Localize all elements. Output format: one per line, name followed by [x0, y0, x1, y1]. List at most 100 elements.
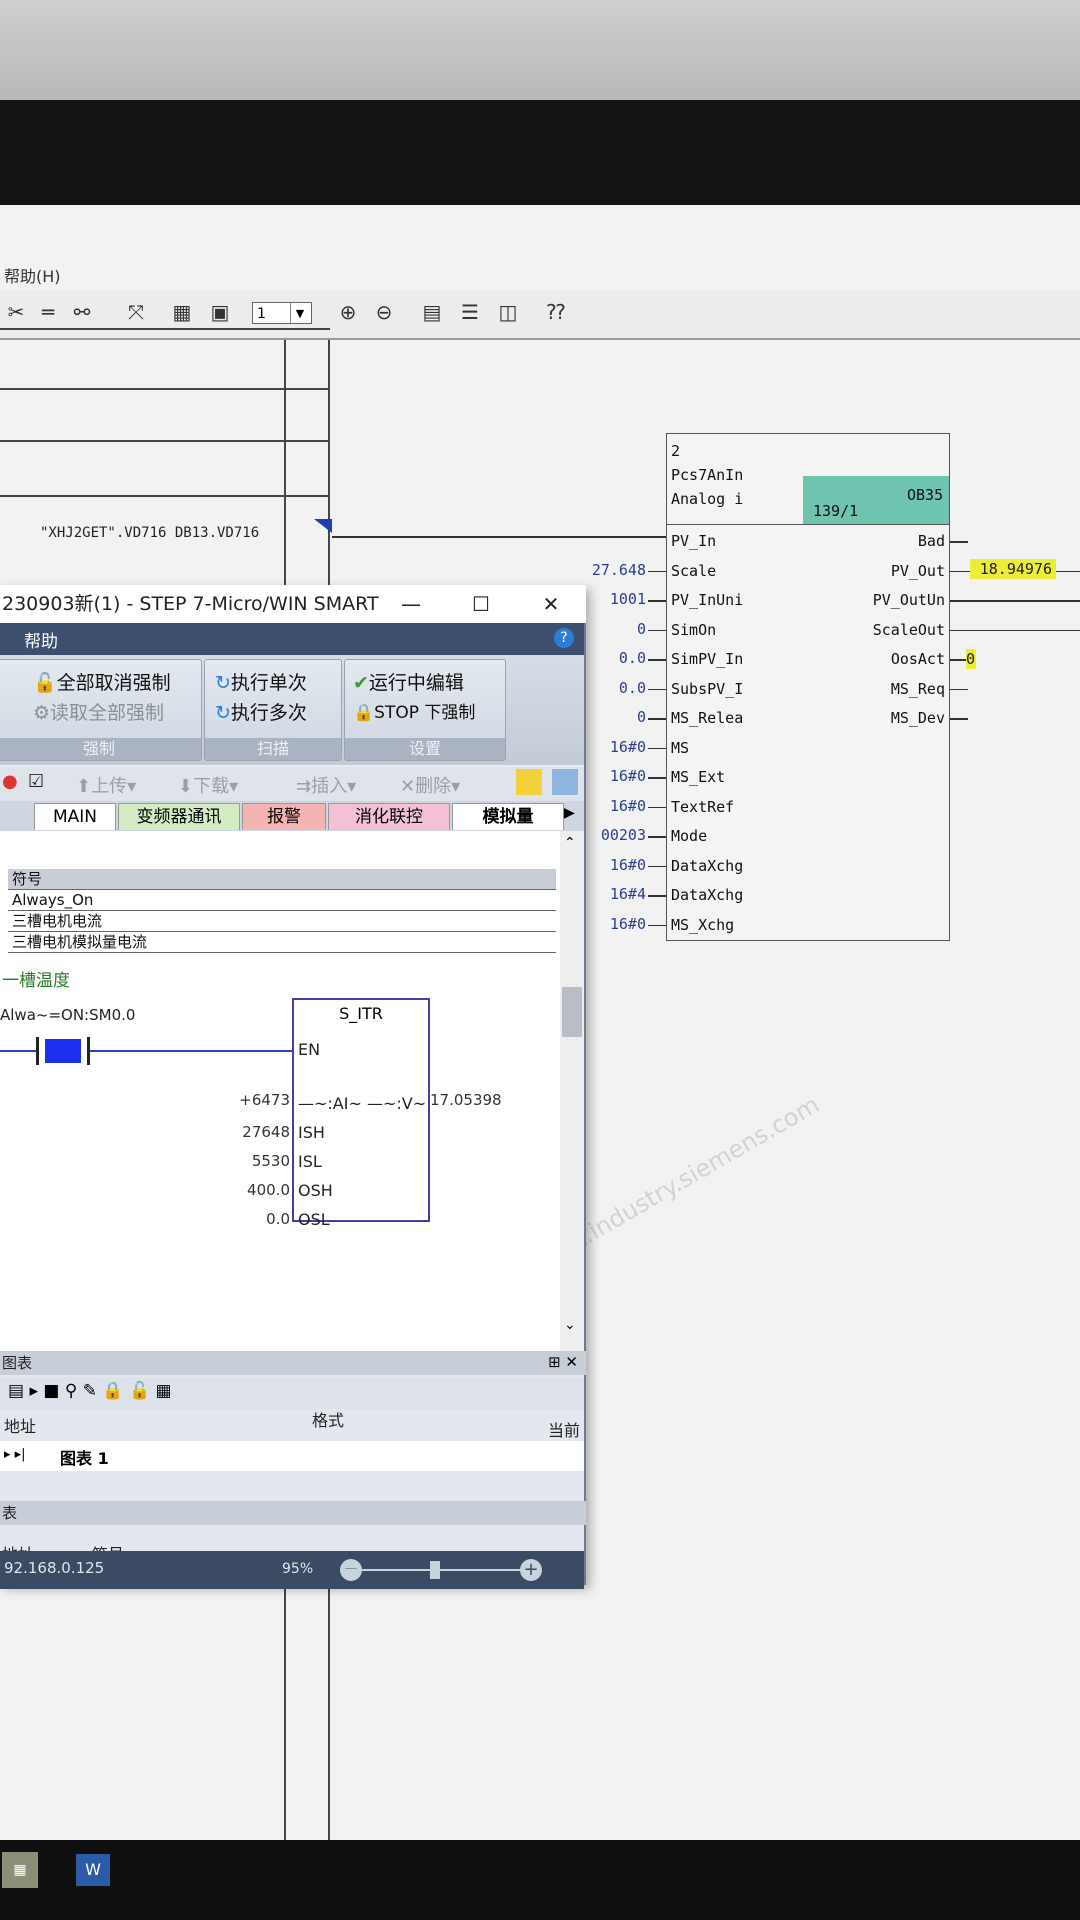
- chart-tab-bar: ▸ ▸| 图表 1: [0, 1441, 584, 1471]
- pin-stub: [648, 895, 666, 897]
- cfc-input-pin[interactable]: TextRef: [671, 798, 734, 816]
- cfc-input-pin[interactable]: MS_Xchg: [671, 916, 734, 934]
- scroll-thumb[interactable]: [562, 987, 582, 1037]
- maximize-icon[interactable]: ☐: [446, 585, 516, 623]
- chevron-right-icon[interactable]: ▶: [564, 805, 575, 821]
- cfc-input-pin[interactable]: SubsPV_I: [671, 680, 743, 698]
- zoom-in-icon[interactable]: +: [520, 1559, 542, 1581]
- output-wire: [950, 718, 968, 720]
- delete-button[interactable]: ✕删除▾: [400, 772, 460, 798]
- cfc-output-pin[interactable]: PV_OutUn: [873, 591, 945, 609]
- menu-help[interactable]: 帮助(H): [4, 263, 61, 287]
- cfc-input-pin[interactable]: MS_Ext: [671, 768, 725, 786]
- step7-window: 230903新(1) - STEP 7-Micro/WIN SMART — ☐ …: [0, 585, 586, 1585]
- cfc-output-pin[interactable]: MS_Dev: [891, 709, 945, 727]
- exec-multi-button[interactable]: ↻执行多次: [215, 698, 307, 725]
- exec-single-button[interactable]: ↻执行单次: [215, 668, 307, 695]
- pin-stub: [648, 777, 666, 779]
- cfc-output-pin[interactable]: Bad: [918, 532, 945, 550]
- tab-analog[interactable]: 模拟量: [452, 803, 564, 830]
- cfc-output-pin[interactable]: ScaleOut: [873, 621, 945, 639]
- cfc-input-pin[interactable]: Scale: [671, 562, 716, 580]
- insert-button[interactable]: ⇉插入▾: [296, 772, 356, 798]
- fit-icon[interactable]: ⤧: [124, 300, 148, 324]
- align-icon[interactable]: ═: [36, 300, 60, 324]
- statusbar-wrap: 92.168.0.125 95% − +: [0, 1551, 584, 1589]
- chart-tab[interactable]: 图表 1: [60, 1445, 109, 1469]
- monitor-status-icon[interactable]: [552, 769, 578, 795]
- stop-force-button[interactable]: 🔒STOP 下强制: [353, 698, 475, 723]
- download-button[interactable]: ⬇下载▾: [178, 772, 238, 798]
- cut-icon[interactable]: ✂: [4, 300, 28, 324]
- cfc-input-pin[interactable]: DataXchg: [671, 886, 743, 904]
- ribbon-group-force: 🔓全部取消强制 ⚙读取全部强制 强制: [0, 659, 202, 761]
- cfc-input-pin[interactable]: SimPV_In: [671, 650, 743, 668]
- pin-stub: [648, 806, 666, 808]
- s-itr-param-value: 27648: [242, 1123, 290, 1141]
- edit-check-icon: ✔: [353, 672, 369, 694]
- contact-always-on[interactable]: [36, 1037, 90, 1065]
- window-title-text: 230903新(1) - STEP 7-Micro/WIN SMART: [2, 593, 379, 615]
- help-icon[interactable]: ?: [554, 628, 574, 648]
- word-icon[interactable]: W: [76, 1854, 110, 1886]
- tab-nav-icons[interactable]: ▸ ▸|: [4, 1447, 26, 1462]
- cfc-input-pin[interactable]: PV_In: [671, 532, 716, 550]
- pane-close-icon[interactable]: ⊞ ✕: [548, 1353, 578, 1371]
- chevron-up-icon[interactable]: ⌃: [564, 835, 576, 851]
- menubar: 帮助 ?: [0, 623, 584, 655]
- read-all-forced-button[interactable]: ⚙读取全部强制: [33, 698, 164, 725]
- cfc-input-pin[interactable]: DataXchg: [671, 857, 743, 875]
- upload-button[interactable]: ⬆上传▾: [76, 772, 136, 798]
- menu-help[interactable]: 帮助: [24, 627, 58, 652]
- close-icon[interactable]: ✕: [516, 585, 586, 623]
- sheet-select[interactable]: 1 ▼: [252, 302, 312, 324]
- minimize-icon[interactable]: —: [376, 585, 446, 623]
- cfc-input-pin[interactable]: MS: [671, 739, 689, 757]
- cfc-input-pin[interactable]: MS_Relea: [671, 709, 743, 727]
- cfc-input-pin[interactable]: Mode: [671, 827, 707, 845]
- output-wire: [950, 629, 1080, 631]
- quick-toolbar: ● ☑ ⬆上传▾ ⬇下载▾ ⇉插入▾ ✕删除▾: [0, 767, 584, 801]
- cfc-input-value: 27.648: [591, 560, 646, 579]
- run-edit-button[interactable]: ✔运行中编辑: [353, 668, 464, 695]
- tab-digest-control[interactable]: 消化联控: [328, 803, 450, 830]
- overview-icon[interactable]: ▤: [420, 300, 444, 324]
- stop-icon[interactable]: ●: [2, 771, 18, 792]
- connect-icon[interactable]: ⚯: [70, 300, 94, 324]
- s-itr-out-pin-label: ~:V~: [382, 1094, 427, 1113]
- help-pointer-icon[interactable]: ⁇: [544, 300, 568, 324]
- table-icon[interactable]: ▦: [170, 300, 194, 324]
- split-icon[interactable]: ☰: [458, 300, 482, 324]
- output-wire: [950, 688, 968, 690]
- lock-icon: 🔒: [353, 703, 375, 723]
- taskbar-app-icon[interactable]: ▦: [2, 1852, 38, 1888]
- cfc-output-pin[interactable]: MS_Req: [891, 680, 945, 698]
- ladder-editor[interactable]: 符号 Always_On 三槽电机电流 三槽电机模拟量电流 一槽温度 Alwa~…: [0, 831, 560, 1351]
- cfc-output-pin[interactable]: PV_Out: [891, 562, 945, 580]
- editor-scrollbar[interactable]: ⌃ ⌄: [560, 831, 584, 1351]
- zoom-slider-thumb[interactable]: [430, 1561, 440, 1579]
- zoom-out-icon[interactable]: ⊖: [372, 300, 396, 324]
- columns-icon[interactable]: ◫: [496, 300, 520, 324]
- tab-vfd-comm[interactable]: 变频器通讯: [118, 803, 240, 830]
- chevron-down-icon: ▼: [290, 303, 309, 323]
- cfc-output-pin[interactable]: OosAct: [891, 650, 945, 668]
- tab-main[interactable]: MAIN: [34, 803, 116, 830]
- cfc-input-pin[interactable]: SimOn: [671, 621, 716, 639]
- chart-toolbar-icons[interactable]: ▤ ▸ ■ ⚲ ✎ 🔒 🔓 ▦: [8, 1381, 172, 1401]
- delete-label: 删除: [415, 776, 452, 797]
- pin-stub: [648, 718, 666, 720]
- monitor-icon[interactable]: [516, 769, 542, 795]
- tab-alarm[interactable]: 报警: [242, 803, 326, 830]
- unforce-all-button[interactable]: 🔓全部取消强制: [33, 668, 171, 695]
- ribbon: 🔓全部取消强制 ⚙读取全部强制 强制 ↻执行单次 ↻执行多次 扫描 ✔运行中编辑…: [0, 655, 584, 765]
- compile-icon[interactable]: ☑: [28, 771, 44, 792]
- zoom-in-icon[interactable]: ⊕: [336, 300, 360, 324]
- s-itr-in-pin: —~:AI~ —~:V~: [298, 1094, 427, 1113]
- cfc-task-name: OB35: [907, 486, 944, 504]
- sheet-icon[interactable]: ▣: [208, 300, 232, 324]
- chevron-down-icon[interactable]: ⌄: [564, 1317, 576, 1333]
- pin-stub: [648, 629, 666, 631]
- cfc-input-pin[interactable]: PV_InUni: [671, 591, 743, 609]
- cfc-block[interactable]: 2 Pcs7AnIn Analog i OB35 139/1 PV_In Scal…: [666, 433, 950, 941]
